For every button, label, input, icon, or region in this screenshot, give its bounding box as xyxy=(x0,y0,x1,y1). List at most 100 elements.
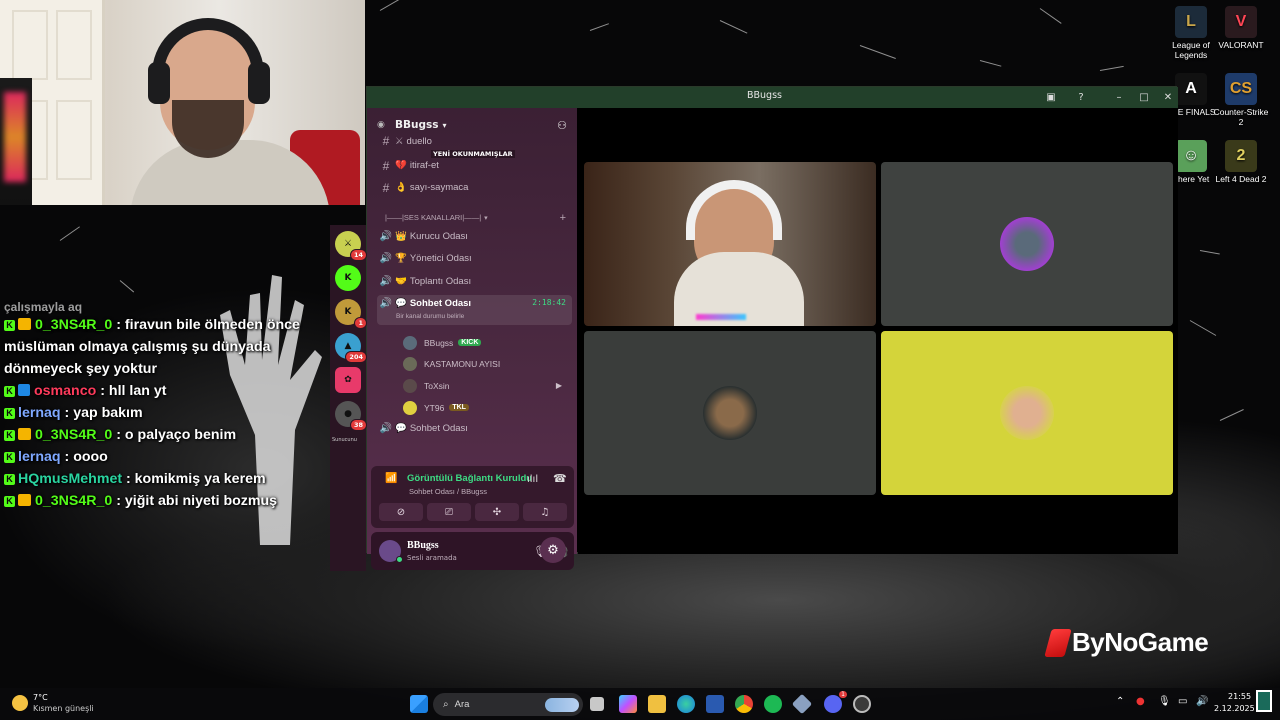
spotify-icon[interactable] xyxy=(764,695,782,713)
server-icon[interactable]: K1 xyxy=(335,299,367,329)
add-channel-icon[interactable]: + xyxy=(560,212,566,224)
chat-username[interactable]: osmanco xyxy=(34,383,96,399)
server-icon[interactable]: ▲ 204 xyxy=(335,333,367,363)
connection-channel[interactable]: Sohbet Odası / BBugss xyxy=(409,487,487,496)
camera-off-button[interactable]: ⊘ xyxy=(379,503,423,521)
discord-titlebar[interactable]: BBugss ▣ ? – □ ✕ xyxy=(367,87,1178,108)
bynogame-watermark: ByNoGame xyxy=(1044,627,1209,658)
channel-sayi-saymaca[interactable]: # 👌 sayı-saymaca xyxy=(377,178,572,197)
disconnect-icon[interactable]: ☎ xyxy=(553,472,567,485)
voice-connection-panel: 📶 Görüntülü Bağlantı Kuruldu Sohbet Odas… xyxy=(371,466,574,528)
hash-icon: # xyxy=(382,135,390,147)
valorant-icon: V xyxy=(1225,6,1257,38)
inbox-icon[interactable]: ▣ xyxy=(1039,87,1063,108)
search-highlight-icon xyxy=(545,697,579,712)
minimize-button[interactable]: – xyxy=(1107,87,1131,108)
weather-temp[interactable]: 7°C xyxy=(33,693,48,702)
voice-member[interactable]: BBugss KICK xyxy=(403,333,568,352)
connection-status[interactable]: Görüntülü Bağlantı Kuruldu xyxy=(407,473,532,484)
member-name: KASTAMONU AYISI xyxy=(424,358,501,369)
channel-status[interactable]: Bir kanal durumu belirle xyxy=(396,313,464,320)
chat-text: oooo xyxy=(73,449,108,465)
close-button[interactable]: ✕ xyxy=(1156,87,1180,108)
call-timer: 2:18:42 xyxy=(532,298,566,307)
voice-channel-kurucu[interactable]: 🔊 👑 Kurucu Odası xyxy=(377,227,572,246)
desktop-icon-cs2[interactable]: CS Counter-Strike 2 xyxy=(1212,73,1270,127)
voice-channel-yonetici[interactable]: 🔊 🏆 Yönetici Odası xyxy=(377,249,572,268)
desktop-icon-l4d2[interactable]: 2 Left 4 Dead 2 xyxy=(1212,140,1270,184)
app-icon[interactable] xyxy=(791,693,813,715)
copilot-icon[interactable] xyxy=(619,695,637,713)
help-icon[interactable]: ? xyxy=(1069,87,1093,108)
counter-strike-icon: CS xyxy=(1225,73,1257,105)
avatar xyxy=(403,335,417,350)
microphone-tray-icon[interactable]: 🎙 xyxy=(1158,696,1171,707)
chat-username[interactable]: 0_3NS4R_0 xyxy=(35,493,112,509)
signal-icon[interactable]: 📶 xyxy=(385,473,397,484)
video-tile-4[interactable] xyxy=(881,331,1173,495)
screen-share-button[interactable]: ⎚ xyxy=(427,503,471,521)
chat-message-list: K 0_3NS4R_0 : firavun bile ölmeden önce m… xyxy=(4,314,334,512)
channel-sidebar: ⚔ 14 K K1 ▲ 204 ✿ ● 38 Sunucunu ◉ BBugss ▾ … xyxy=(330,108,577,571)
channel-duello[interactable]: # ⚔ duello xyxy=(377,135,572,147)
channel-itiraf-et[interactable]: # 💔 itiraf-et xyxy=(377,156,572,175)
notification-icon[interactable] xyxy=(1256,690,1272,712)
chat-username[interactable]: HQmusMehmet xyxy=(18,471,122,487)
desktop-icon-valorant[interactable]: V VALORANT xyxy=(1212,6,1270,50)
webcam-feed xyxy=(0,0,365,205)
online-status-dot xyxy=(396,556,403,563)
volume-icon[interactable]: 🔊 xyxy=(1196,696,1208,707)
voice-category[interactable]: |——|SES KANALLARI|——| ▾ + xyxy=(377,208,572,227)
edge-icon[interactable] xyxy=(677,695,695,713)
chevron-up-icon[interactable]: ⌃ xyxy=(1116,696,1124,707)
search-input[interactable]: ⌕ Ara xyxy=(433,693,583,716)
settings-gear-icon[interactable]: ⚙ xyxy=(540,537,566,563)
kick-badge-icon: K xyxy=(4,430,15,441)
weather-desc[interactable]: Kısmen güneşli xyxy=(33,704,94,713)
voice-member[interactable]: KASTAMONU AYISI xyxy=(403,354,568,373)
chat-username[interactable]: lernaq xyxy=(18,449,61,465)
network-icon[interactable]: ▭ xyxy=(1178,696,1187,707)
sub-badge-icon xyxy=(18,384,30,396)
chat-username[interactable]: 0_3NS4R_0 xyxy=(35,317,112,333)
taskbar: 7°C Kısmen güneşli ⌕ Ara 1 ⌃ ● 🎙 ▭ 🔊 21:… xyxy=(0,688,1280,720)
kick-badge-icon: K xyxy=(4,496,15,507)
discord-window: BBugss ▣ ? – □ ✕ ⚔ 14 K K1 ▲ 204 ✿ ● 38 Sun… xyxy=(330,86,1178,571)
maximize-button[interactable]: □ xyxy=(1132,87,1156,108)
server-icon[interactable]: ✿ xyxy=(335,367,361,393)
voice-channel-sohbet-2[interactable]: 🔊 💬 Sohbet Odası xyxy=(377,419,572,438)
avatar xyxy=(1000,386,1054,440)
tray-app-icon[interactable]: ● xyxy=(1136,696,1145,707)
task-view-icon[interactable] xyxy=(590,697,604,711)
store-icon[interactable] xyxy=(706,695,724,713)
weather-icon[interactable] xyxy=(12,695,28,711)
chat-text: komikmiş ya kerem xyxy=(134,471,266,487)
app-icon-2[interactable] xyxy=(853,695,871,713)
video-tile-camera[interactable] xyxy=(584,162,876,326)
clock-time[interactable]: 21:55 xyxy=(1228,692,1251,701)
invite-icon[interactable]: ⚇ xyxy=(557,119,567,132)
noise-suppression-icon[interactable]: ılıl xyxy=(527,474,538,485)
file-explorer-icon[interactable] xyxy=(648,695,666,713)
video-tile-2[interactable] xyxy=(881,162,1173,326)
clock-date[interactable]: 2.12.2025 xyxy=(1214,704,1255,713)
soundboard-button[interactable]: ♫ xyxy=(523,503,567,521)
kick-server-icon[interactable]: K xyxy=(335,265,361,291)
username[interactable]: BBugss xyxy=(407,540,439,551)
discord-icon[interactable]: 1 xyxy=(824,691,847,713)
voice-channel-toplanti[interactable]: 🔊 🤝 Toplantı Odası xyxy=(377,272,572,291)
windows-start-icon[interactable] xyxy=(410,695,428,713)
chrome-icon[interactable] xyxy=(735,695,753,713)
voice-channel-sohbet-active[interactable]: 🔊 💬 Sohbet Odası 2:18:42 Bir kanal durum… xyxy=(377,295,572,325)
video-tile-3[interactable] xyxy=(584,331,876,495)
chat-username[interactable]: lernaq xyxy=(18,405,61,421)
activities-button[interactable]: ✣ xyxy=(475,503,519,521)
add-server-label: Sunucunu xyxy=(332,437,357,443)
chat-username[interactable]: 0_3NS4R_0 xyxy=(35,427,112,443)
server-icon[interactable]: ● 38 xyxy=(335,401,367,431)
voice-member[interactable]: YT96 TKL xyxy=(403,398,568,417)
server-header[interactable]: ◉ BBugss ▾ ⚇ xyxy=(377,116,567,134)
server-icon[interactable]: ⚔ 14 xyxy=(335,231,367,261)
voice-member[interactable]: ToXsin ▶ xyxy=(403,376,568,395)
kick-badge-icon: K xyxy=(4,320,15,331)
